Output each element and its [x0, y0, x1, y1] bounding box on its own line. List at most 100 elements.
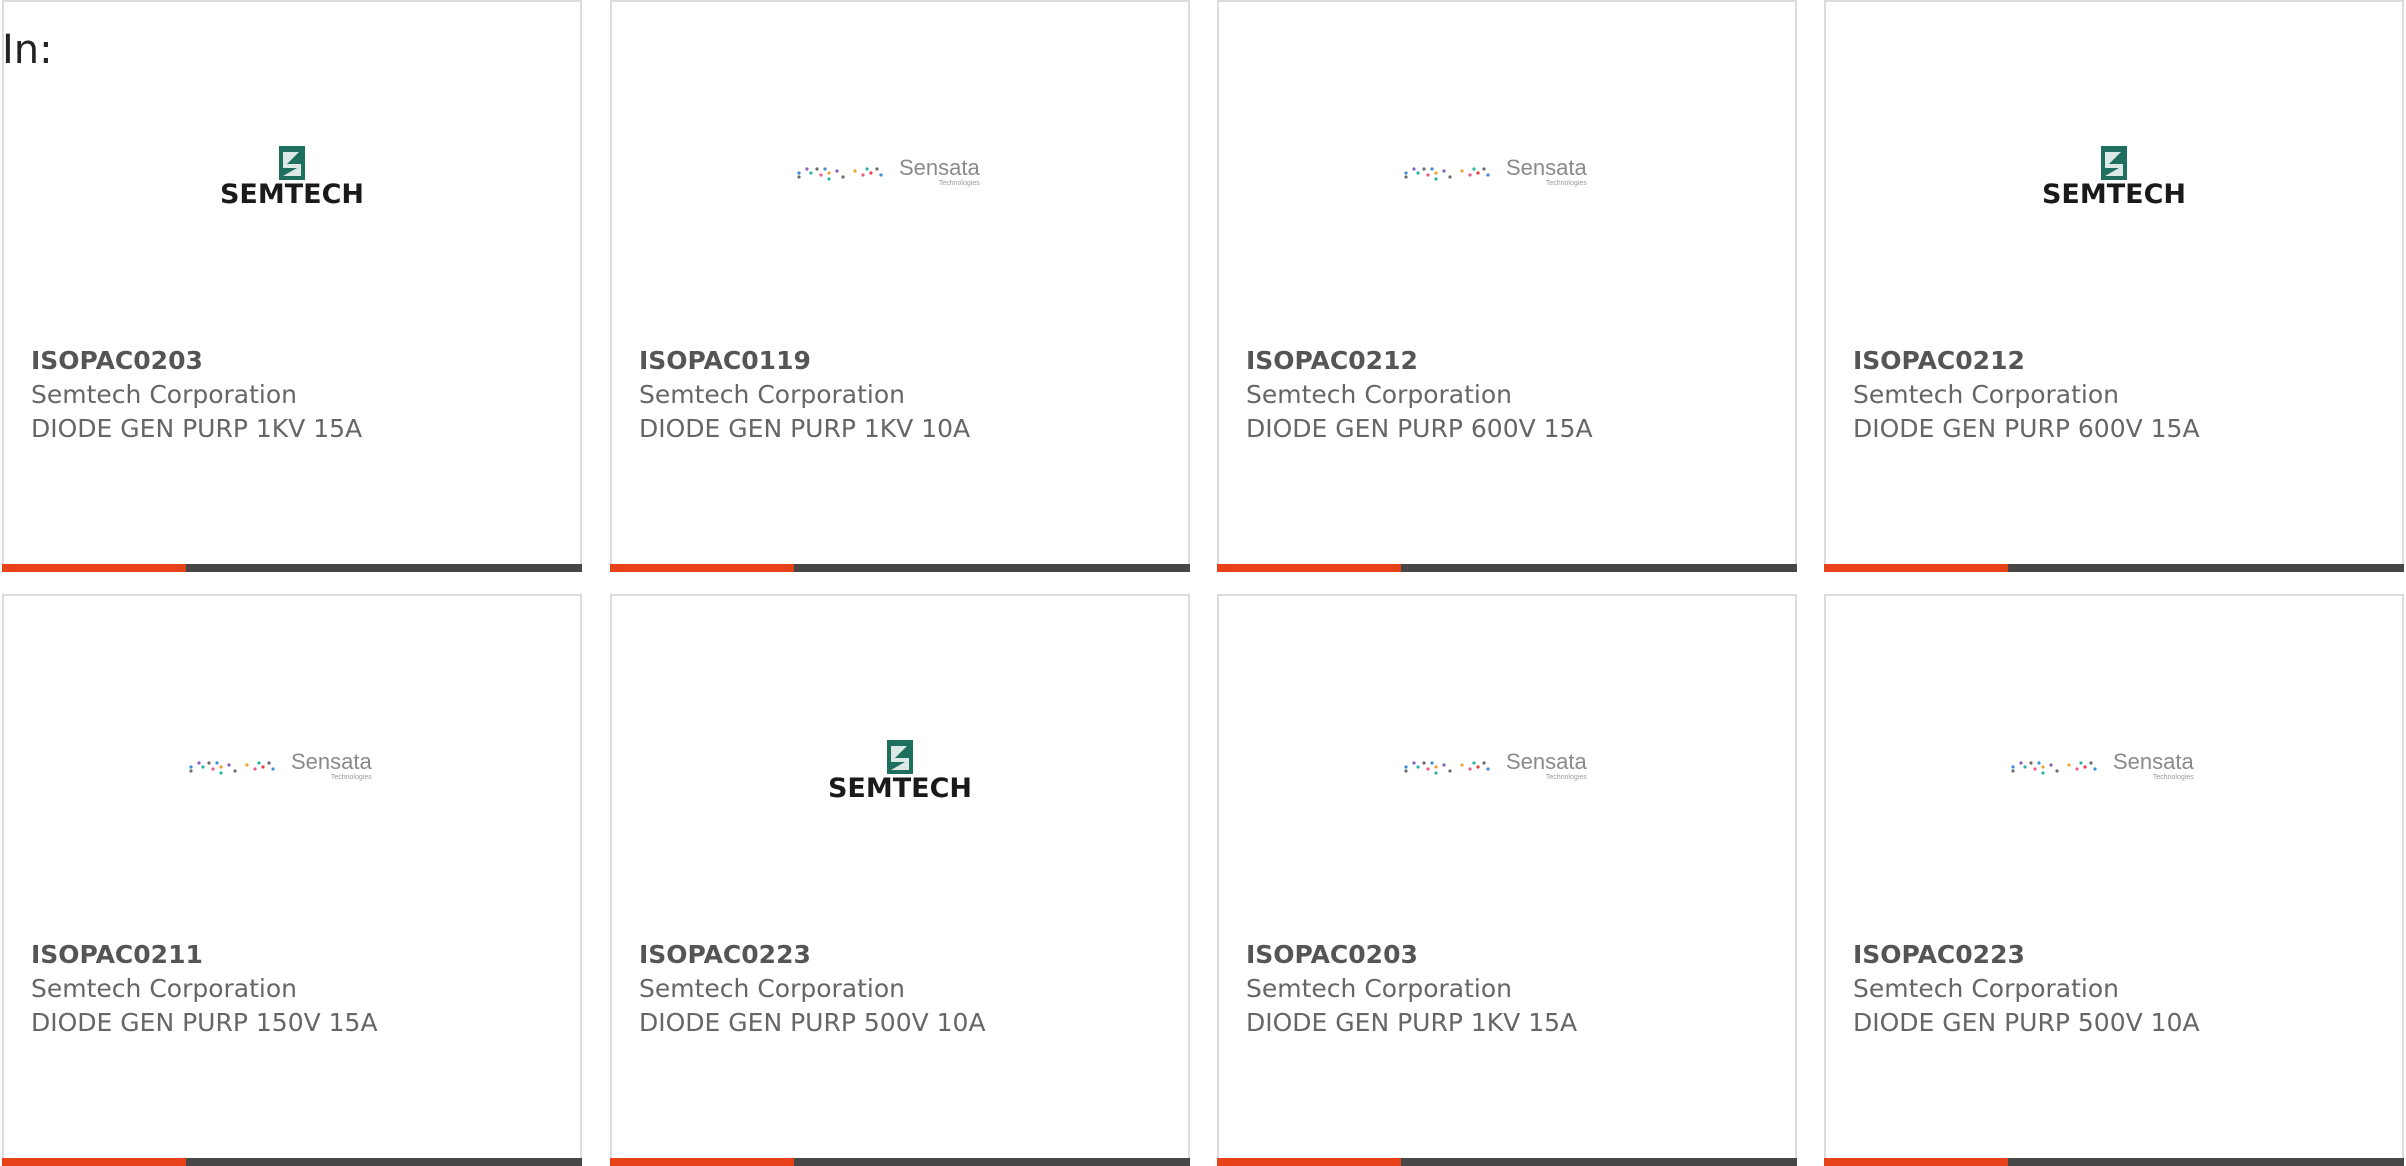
- product-card[interactable]: Sensata Technologies ISOPAC0211 Semtech C…: [2, 594, 582, 1166]
- card-bar-rest: [1401, 564, 1797, 572]
- product-info: ISOPAC0203 Semtech Corporation DIODE GEN P…: [1246, 938, 1577, 1040]
- product-card[interactable]: SEMTECH ISOPAC0212 Semtech Corporation DIO…: [1824, 0, 2404, 572]
- product-description: DIODE GEN PURP 150V 15A: [31, 1008, 378, 1037]
- semtech-mark-icon: [887, 740, 913, 774]
- sensata-subtext: Technologies: [1545, 180, 1587, 187]
- semtech-wordmark: SEMTECH: [2041, 179, 2187, 210]
- card-bar-rest: [186, 1158, 582, 1166]
- card-bar-accent: [610, 1158, 794, 1166]
- product-description: DIODE GEN PURP 500V 10A: [1853, 1008, 2200, 1037]
- manufacturer-name: Semtech Corporation: [31, 974, 298, 1003]
- card-bar-rest: [2008, 564, 2404, 572]
- card-bar-rest: [794, 1158, 1190, 1166]
- sensata-wordmark: Sensata: [1506, 155, 1587, 180]
- manufacturer-logo: Sensata Technologies: [4, 726, 580, 816]
- card-bar-accent: [1217, 564, 1401, 572]
- product-card[interactable]: Sensata Technologies ISOPAC0223 Semtech C…: [1824, 594, 2404, 1166]
- product-card[interactable]: Sensata Technologies ISOPAC0203 Semtech C…: [1217, 594, 1797, 1166]
- product-info: ISOPAC0223 Semtech Corporation DIODE GEN P…: [1853, 938, 2200, 1040]
- manufacturer-logo: SEMTECH: [4, 132, 580, 222]
- part-number[interactable]: ISOPAC0223: [639, 938, 986, 972]
- sensata-dots-icon: [1404, 167, 1490, 181]
- sensata-logo: Sensata Technologies: [795, 157, 1005, 197]
- product-card[interactable]: Sensata Technologies ISOPAC0212 Semtech C…: [1217, 0, 1797, 572]
- part-number[interactable]: ISOPAC0119: [639, 344, 970, 378]
- manufacturer-logo: SEMTECH: [612, 726, 1188, 816]
- sensata-name: Sensata Technologies: [1506, 749, 1587, 782]
- part-number[interactable]: ISOPAC0203: [1246, 938, 1577, 972]
- product-description: DIODE GEN PURP 600V 15A: [1853, 414, 2200, 443]
- product-description: DIODE GEN PURP 1KV 15A: [31, 414, 363, 443]
- manufacturer-name: Semtech Corporation: [1246, 380, 1513, 409]
- card-bottom-bar: [1824, 564, 2404, 572]
- manufacturer-name: Semtech Corporation: [1853, 974, 2120, 1003]
- card-bar-rest: [186, 564, 582, 572]
- product-info: ISOPAC0211 Semtech Corporation DIODE GEN P…: [31, 938, 378, 1040]
- sensata-dots-icon: [1404, 761, 1490, 775]
- product-card[interactable]: Sensata Technologies ISOPAC0119 Semtech C…: [610, 0, 1190, 572]
- card-bottom-bar: [1217, 564, 1797, 572]
- manufacturer-logo: Sensata Technologies: [612, 132, 1188, 222]
- card-bar-accent: [2, 564, 186, 572]
- product-card[interactable]: SEMTECH ISOPAC0203 Semtech Corporation DIO…: [2, 0, 582, 572]
- card-bar-rest: [2008, 1158, 2404, 1166]
- manufacturer-logo: Sensata Technologies: [1826, 726, 2402, 816]
- sensata-wordmark: Sensata: [2113, 749, 2194, 774]
- sensata-subtext: Technologies: [938, 180, 980, 187]
- card-bottom-bar: [1217, 1158, 1797, 1166]
- product-description: DIODE GEN PURP 500V 10A: [639, 1008, 986, 1037]
- card-bar-accent: [1217, 1158, 1401, 1166]
- sensata-name: Sensata Technologies: [1506, 155, 1587, 188]
- product-info: ISOPAC0212 Semtech Corporation DIODE GEN P…: [1853, 344, 2200, 446]
- filter-prefix-label: In:: [2, 27, 53, 73]
- card-bar-accent: [610, 564, 794, 572]
- card-bar-accent: [1824, 564, 2008, 572]
- sensata-subtext: Technologies: [1545, 774, 1587, 781]
- manufacturer-name: Semtech Corporation: [639, 380, 906, 409]
- product-description: DIODE GEN PURP 1KV 10A: [639, 414, 971, 443]
- card-bottom-bar: [1824, 1158, 2404, 1166]
- sensata-name: Sensata Technologies: [899, 155, 980, 188]
- sensata-wordmark: Sensata: [899, 155, 980, 180]
- sensata-name: Sensata Technologies: [291, 749, 372, 782]
- card-bar-accent: [1824, 1158, 2008, 1166]
- manufacturer-name: Semtech Corporation: [1246, 974, 1513, 1003]
- manufacturer-logo: Sensata Technologies: [1219, 726, 1795, 816]
- card-bottom-bar: [610, 1158, 1190, 1166]
- product-info: ISOPAC0223 Semtech Corporation DIODE GEN P…: [639, 938, 986, 1040]
- sensata-subtext: Technologies: [330, 774, 372, 781]
- manufacturer-logo: SEMTECH: [1826, 132, 2402, 222]
- sensata-subtext: Technologies: [2152, 774, 2194, 781]
- part-number[interactable]: ISOPAC0212: [1853, 344, 2200, 378]
- sensata-logo: Sensata Technologies: [2009, 751, 2219, 791]
- semtech-logo: SEMTECH: [2009, 146, 2219, 208]
- semtech-logo: SEMTECH: [187, 146, 397, 208]
- manufacturer-name: Semtech Corporation: [639, 974, 906, 1003]
- product-info: ISOPAC0212 Semtech Corporation DIODE GEN P…: [1246, 344, 1593, 446]
- sensata-wordmark: Sensata: [1506, 749, 1587, 774]
- sensata-dots-icon: [797, 167, 883, 181]
- part-number[interactable]: ISOPAC0211: [31, 938, 378, 972]
- product-info: ISOPAC0119 Semtech Corporation DIODE GEN P…: [639, 344, 970, 446]
- semtech-wordmark: SEMTECH: [219, 179, 365, 210]
- sensata-logo: Sensata Technologies: [1402, 157, 1612, 197]
- semtech-mark-icon: [279, 146, 305, 180]
- part-number[interactable]: ISOPAC0223: [1853, 938, 2200, 972]
- sensata-dots-icon: [2011, 761, 2097, 775]
- semtech-mark-icon: [2101, 146, 2127, 180]
- product-info: ISOPAC0203 Semtech Corporation DIODE GEN P…: [31, 344, 362, 446]
- sensata-name: Sensata Technologies: [2113, 749, 2194, 782]
- card-bar-accent: [2, 1158, 186, 1166]
- part-number[interactable]: ISOPAC0212: [1246, 344, 1593, 378]
- semtech-logo: SEMTECH: [795, 740, 1005, 802]
- sensata-dots-icon: [189, 761, 275, 775]
- product-description: DIODE GEN PURP 1KV 15A: [1246, 1008, 1578, 1037]
- part-number[interactable]: ISOPAC0203: [31, 344, 362, 378]
- semtech-wordmark: SEMTECH: [827, 773, 973, 804]
- product-card[interactable]: SEMTECH ISOPAC0223 Semtech Corporation DIO…: [610, 594, 1190, 1166]
- sensata-logo: Sensata Technologies: [1402, 751, 1612, 791]
- sensata-wordmark: Sensata: [291, 749, 372, 774]
- card-bar-rest: [1401, 1158, 1797, 1166]
- card-bottom-bar: [610, 564, 1190, 572]
- manufacturer-name: Semtech Corporation: [31, 380, 298, 409]
